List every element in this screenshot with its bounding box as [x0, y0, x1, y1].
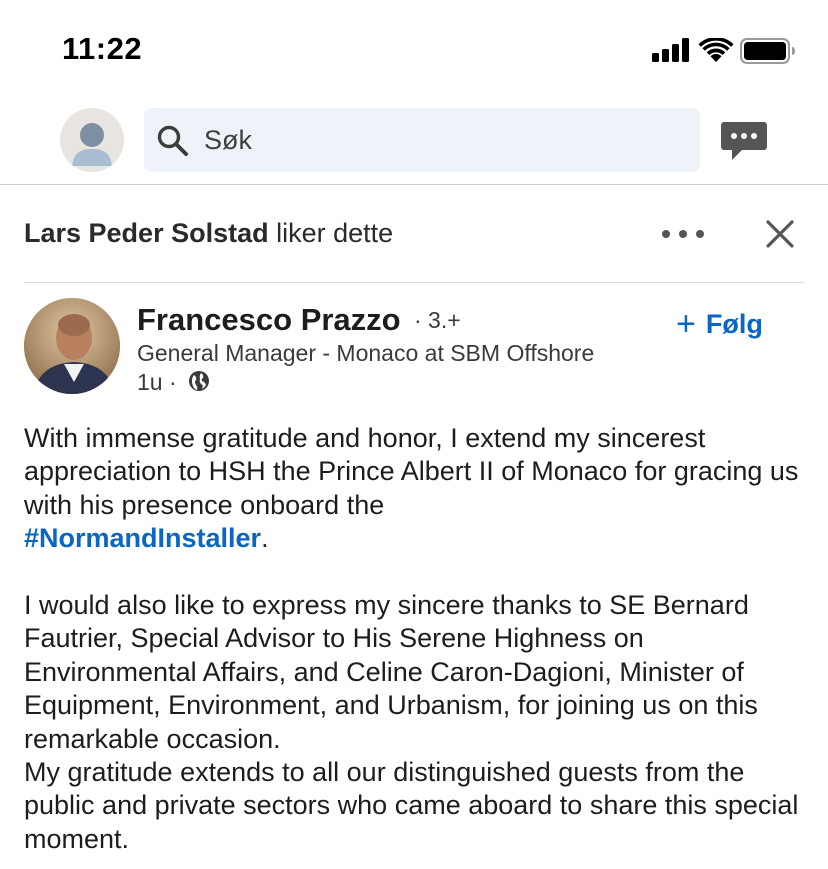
search-placeholder: Søk [204, 125, 253, 155]
post-text: With immense gratitude and honor, I exte… [24, 422, 814, 856]
close-icon[interactable] [764, 218, 796, 250]
connection-degree: · 3.+ [414, 307, 461, 333]
my-profile-avatar[interactable] [60, 108, 124, 172]
post-paragraph-1: With immense gratitude and honor, I exte… [24, 422, 814, 556]
search-input[interactable]: Søk [144, 108, 700, 172]
more-options-icon[interactable] [660, 222, 706, 246]
author-name[interactable]: Francesco Prazzo [137, 302, 401, 338]
follow-label: Følg [705, 308, 763, 339]
follow-button[interactable]: + Følg [676, 306, 763, 342]
header-divider [0, 184, 828, 185]
activity-action: liker dette [276, 218, 394, 248]
messaging-icon[interactable] [720, 120, 768, 164]
post-paragraph-2: I would also like to express my sincere … [24, 590, 758, 754]
social-activity-line: Lars Peder Solstad liker dette [24, 218, 393, 249]
plus-icon: + [676, 305, 696, 343]
activity-divider [24, 282, 804, 283]
hashtag-link[interactable]: #NormandInstaller [24, 523, 261, 553]
profile-placeholder-icon [60, 108, 124, 172]
activity-actor[interactable]: Lars Peder Solstad [24, 218, 269, 248]
status-time: 11:22 [62, 31, 143, 66]
status-icons [650, 36, 800, 64]
post-paragraph-3: My gratitude extends to all our distingu… [24, 757, 799, 854]
signal-icon [652, 38, 689, 62]
battery-icon [740, 38, 795, 64]
author-avatar[interactable] [24, 298, 120, 394]
globe-icon [189, 371, 209, 391]
search-icon [157, 125, 188, 156]
post-time: 1u · [137, 369, 177, 395]
post-paragraph-1-text: With immense gratitude and honor, I exte… [24, 423, 799, 520]
author-headline: General Manager - Monaco at SBM Offshore [137, 340, 595, 366]
author-photo-image [24, 298, 120, 394]
post-paragraph-1-end: . [261, 523, 269, 554]
wifi-icon [698, 38, 734, 62]
